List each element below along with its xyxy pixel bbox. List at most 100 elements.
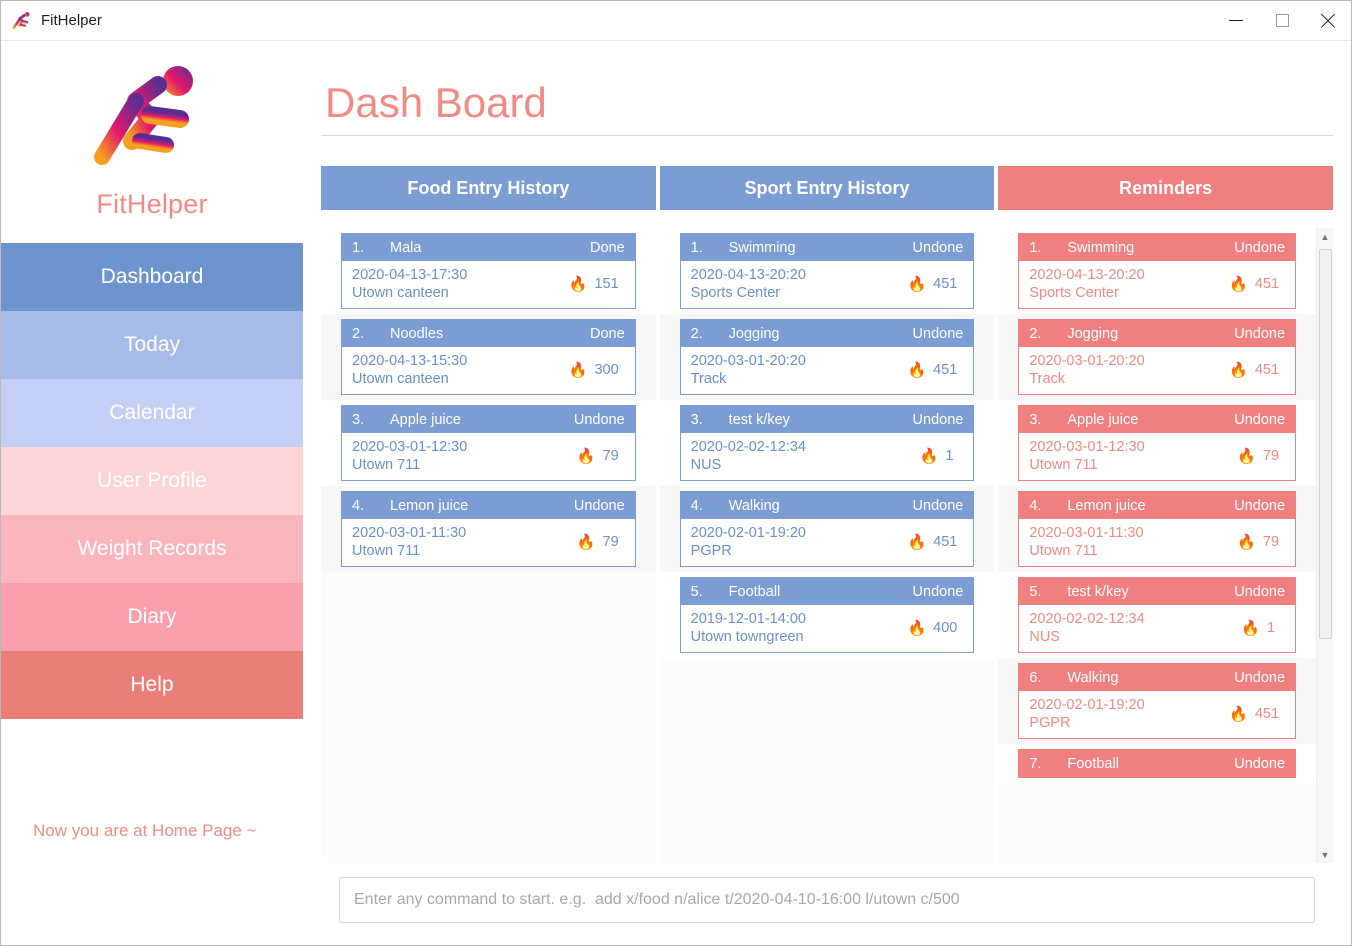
calorie-value: 451 xyxy=(933,362,958,378)
entry-card[interactable]: 4. Lemon juice Undone 2020-03-01-11:30 Utown… xyxy=(341,491,636,567)
entry-index: 3. xyxy=(690,411,703,428)
maximize-button[interactable] xyxy=(1259,1,1305,41)
list-item[interactable]: 4. Lemon juice Undone 2020-03-01-11:30 Utown… xyxy=(998,486,1317,572)
entry-name: Swimming xyxy=(728,239,796,256)
list-item[interactable]: 6. Walking Undone 2020-02-01-19:20 PGPR 🔥 451 xyxy=(998,658,1317,744)
entry-card[interactable]: 2. Noodles Done 2020-04-13-15:30 Utown cante… xyxy=(341,319,636,395)
entry-location: PGPR xyxy=(1029,715,1071,731)
entry-name: Mala xyxy=(390,239,422,256)
entry-index: 2. xyxy=(690,325,703,342)
list-item[interactable]: 1. Swimming Undone 2020-04-13-20:20 Sports C… xyxy=(659,228,995,314)
entry-card[interactable]: 5. test k/key Undone 2020-02-02-12:34 NUS 🔥 1 xyxy=(1018,577,1297,653)
entry-card[interactable]: 3. Apple juice Undone 2020-03-01-12:30 Utown… xyxy=(1018,405,1297,481)
entry-card[interactable]: 4. Lemon juice Undone 2020-03-01-11:30 Utown… xyxy=(1018,491,1297,567)
entry-card[interactable]: 7. Football Undone xyxy=(1018,749,1297,778)
sidebar-item-help[interactable]: Help xyxy=(1,651,303,719)
calorie-value: 451 xyxy=(933,534,958,550)
list-item[interactable]: 1. Mala Done 2020-04-13-17:30 Utown canteen 🔥… xyxy=(321,228,656,314)
calorie-value: 451 xyxy=(1254,276,1280,292)
title-bar: FitHelper xyxy=(1,1,1351,41)
scrollbar-track[interactable] xyxy=(1317,245,1334,846)
calorie-value: 300 xyxy=(594,362,619,378)
sidebar-item-dashboard[interactable]: Dashboard xyxy=(1,243,303,311)
entry-card[interactable]: 1. Mala Done 2020-04-13-17:30 Utown canteen 🔥… xyxy=(341,233,636,309)
list-item[interactable]: 3. test k/key Undone 2020-02-02-12:34 NUS 🔥 1 xyxy=(659,400,995,486)
list-item[interactable]: 2. Jogging Undone 2020-03-01-20:20 Track 🔥 451 xyxy=(998,314,1317,400)
entry-card-body: 2020-03-01-12:30 Utown 711 🔥 79 xyxy=(342,433,635,480)
status-badge: Undone xyxy=(573,497,625,514)
entry-card[interactable]: 2. Jogging Undone 2020-03-01-20:20 Track 🔥 451 xyxy=(679,319,975,395)
entry-card[interactable]: 3. test k/key Undone 2020-02-02-12:34 NUS 🔥 1 xyxy=(679,405,975,481)
tab-sport-entry-history[interactable]: Sport Entry History xyxy=(659,166,995,210)
entry-card-header: 4. Lemon juice Undone xyxy=(1019,492,1296,519)
calorie-value: 79 xyxy=(1262,448,1280,464)
entry-calories: 🔥 79 xyxy=(1237,534,1285,550)
command-input[interactable] xyxy=(339,877,1315,923)
entry-index: 2. xyxy=(1029,325,1042,342)
status-badge: Undone xyxy=(1234,497,1286,514)
list-item[interactable]: 2. Jogging Undone 2020-03-01-20:20 Track 🔥 451 xyxy=(659,314,995,400)
sidebar-item-weight-records[interactable]: Weight Records xyxy=(1,515,303,583)
list-item[interactable]: 2. Noodles Done 2020-04-13-15:30 Utown cante… xyxy=(321,314,656,400)
list-item[interactable]: 1. Swimming Undone 2020-04-13-20:20 Sports C… xyxy=(998,228,1317,314)
entry-card-body: 2020-03-01-20:20 Track 🔥 451 xyxy=(1019,347,1295,394)
calorie-value: 1 xyxy=(1267,620,1276,636)
entry-name: Lemon juice xyxy=(1067,497,1146,514)
status-badge: Undone xyxy=(912,411,964,428)
scroll-down-arrow-icon[interactable]: ▼ xyxy=(1317,846,1334,863)
entry-name: Football xyxy=(728,583,781,600)
entry-card[interactable]: 5. Football Undone 2019-12-01-14:00 Utown to… xyxy=(679,577,975,653)
entry-datetime: 2020-02-01-19:20 xyxy=(1029,697,1145,713)
title-divider xyxy=(321,135,1333,136)
reminders-list[interactable]: 1. Swimming Undone 2020-04-13-20:20 Sports C… xyxy=(998,228,1317,863)
tab-food-entry-history[interactable]: Food Entry History xyxy=(321,166,656,210)
list-item[interactable]: 7. Football Undone xyxy=(998,744,1317,783)
entry-details: 2020-02-01-19:20 PGPR xyxy=(1029,697,1229,731)
window-controls xyxy=(1213,1,1351,41)
entry-name: Apple juice xyxy=(1067,411,1139,428)
list-item[interactable]: 3. Apple juice Undone 2020-03-01-12:30 Utown… xyxy=(998,400,1317,486)
flame-icon: 🔥 xyxy=(907,361,927,379)
entry-card[interactable]: 3. Apple juice Undone 2020-03-01-12:30 Utown… xyxy=(341,405,636,481)
entry-index: 6. xyxy=(1029,669,1042,686)
minimize-button[interactable] xyxy=(1213,1,1259,41)
list-item[interactable]: 3. Apple juice Undone 2020-03-01-12:30 Utown… xyxy=(321,400,656,486)
entry-card-header: 2. Noodles Done xyxy=(342,320,635,347)
tab-reminders[interactable]: Reminders xyxy=(998,166,1334,210)
list-item[interactable]: 4. Walking Undone 2020-02-01-19:20 PGPR 🔥 451 xyxy=(659,486,995,572)
entry-index: 4. xyxy=(352,497,365,514)
entry-card[interactable]: 1. Swimming Undone 2020-04-13-20:20 Sports C… xyxy=(1018,233,1297,309)
list-item[interactable]: 5. Football Undone 2019-12-01-14:00 Utown to… xyxy=(659,572,995,658)
list-item[interactable]: 4. Lemon juice Undone 2020-03-01-11:30 Utown… xyxy=(321,486,656,572)
entry-calories: 🔥 79 xyxy=(577,448,625,464)
entry-card[interactable]: 4. Walking Undone 2020-02-01-19:20 PGPR 🔥 451 xyxy=(679,491,975,567)
entry-card[interactable]: 2. Jogging Undone 2020-03-01-20:20 Track 🔥 451 xyxy=(1018,319,1297,395)
reminders-scrollbar[interactable]: ▲ ▼ xyxy=(1316,228,1334,863)
close-button[interactable] xyxy=(1305,1,1351,41)
flame-icon: 🔥 xyxy=(576,533,596,551)
entry-index: 4. xyxy=(690,497,703,514)
sport-entry-list[interactable]: 1. Swimming Undone 2020-04-13-20:20 Sports C… xyxy=(659,228,995,863)
entry-location: Track xyxy=(1029,371,1066,387)
entry-card-header: 2. Jogging Undone xyxy=(1019,320,1296,347)
entry-calories: 🔥 451 xyxy=(1229,706,1285,722)
entry-card[interactable]: 6. Walking Undone 2020-02-01-19:20 PGPR 🔥 451 xyxy=(1018,663,1297,739)
maximize-icon xyxy=(1275,14,1289,27)
food-entry-list[interactable]: 1. Mala Done 2020-04-13-17:30 Utown canteen 🔥… xyxy=(321,228,656,863)
list-item[interactable]: 5. test k/key Undone 2020-02-02-12:34 NUS 🔥 1 xyxy=(998,572,1317,658)
entry-datetime: 2020-02-02-12:34 xyxy=(1029,611,1145,627)
entry-location: Track xyxy=(690,371,727,387)
sidebar-item-calendar[interactable]: Calendar xyxy=(1,379,303,447)
status-note: Now you are at Home Page ~ xyxy=(33,821,257,840)
sidebar-item-label: Dashboard xyxy=(100,265,204,288)
command-bar xyxy=(321,863,1333,945)
calorie-value: 151 xyxy=(594,276,619,292)
scrollbar-thumb[interactable] xyxy=(1318,249,1332,639)
sidebar-item-user-profile[interactable]: User Profile xyxy=(1,447,303,515)
entry-calories: 🔥 451 xyxy=(907,534,963,550)
sidebar-item-today[interactable]: Today xyxy=(1,311,303,379)
scroll-up-arrow-icon[interactable]: ▲ xyxy=(1317,228,1334,245)
sidebar-item-diary[interactable]: Diary xyxy=(1,583,303,651)
entry-card[interactable]: 1. Swimming Undone 2020-04-13-20:20 Sports C… xyxy=(679,233,975,309)
tab-label: Food Entry History xyxy=(407,177,570,198)
